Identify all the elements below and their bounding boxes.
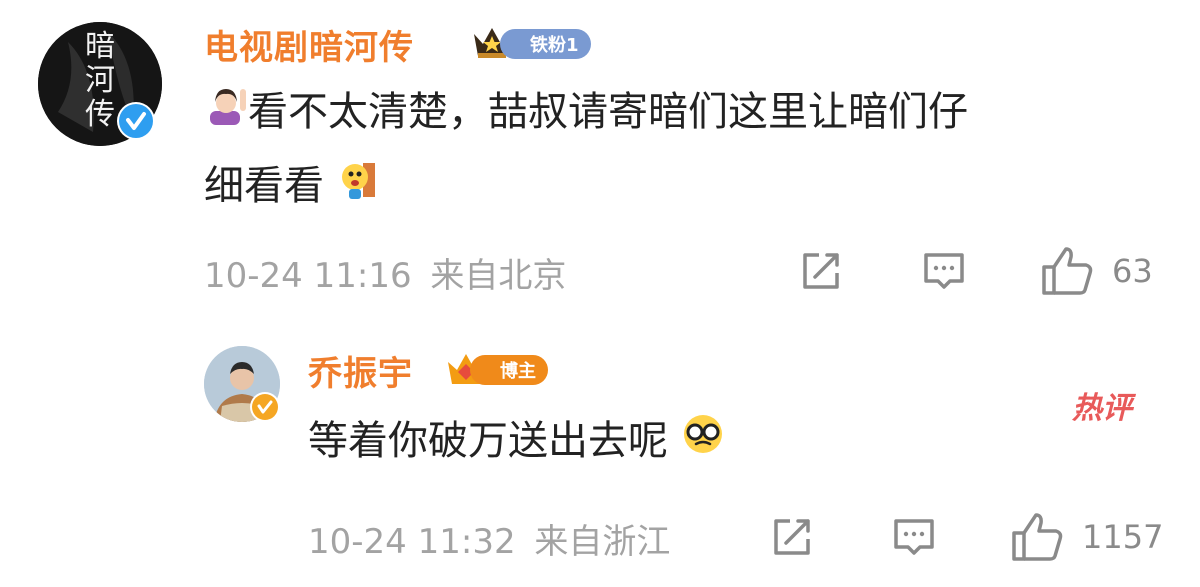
reply-comment-icon[interactable] bbox=[890, 513, 938, 561]
like-count: 63 bbox=[1112, 252, 1153, 290]
comment-text: 看不太清楚，喆叔请寄暗们这里让暗们仔 细看看 bbox=[204, 76, 1164, 224]
verified-icon bbox=[117, 102, 155, 140]
comment-text-line1: 看不太清楚，喆叔请寄暗们这里让暗们仔 bbox=[248, 89, 968, 135]
reply-like-icon[interactable] bbox=[1010, 511, 1064, 563]
comment-icon[interactable] bbox=[920, 247, 968, 295]
fan-badge[interactable]: 铁粉1 bbox=[500, 29, 591, 59]
comment-location: 来自北京 bbox=[430, 256, 567, 296]
comment-timestamp: 10-24 11:16 bbox=[204, 256, 412, 296]
reply-like-count: 1157 bbox=[1082, 518, 1164, 556]
glasses-face-icon bbox=[681, 407, 725, 479]
avatar-title: 暗河传 bbox=[85, 29, 115, 132]
verified-icon bbox=[250, 392, 280, 422]
reply-text: 等着你破万送出去呢 bbox=[308, 405, 725, 479]
peeking-face-icon bbox=[337, 152, 381, 224]
comment-meta: 10-24 11:16 来自北京 bbox=[204, 248, 566, 297]
comment-author[interactable]: 电视剧暗河传 bbox=[204, 20, 414, 69]
like-icon[interactable] bbox=[1040, 245, 1094, 297]
reply-text-content: 等着你破万送出去呢 bbox=[308, 418, 668, 464]
girl-raising-hand-icon bbox=[204, 78, 248, 150]
comment-text-line2: 细看看 bbox=[204, 163, 324, 209]
blogger-badge[interactable]: 博主 bbox=[470, 355, 548, 385]
reply-share-icon[interactable] bbox=[768, 513, 816, 561]
blogger-badge-label: 博主 bbox=[500, 361, 536, 382]
reply-timestamp: 10-24 11:32 bbox=[308, 522, 516, 562]
fan-badge-label: 铁粉1 bbox=[530, 35, 579, 56]
reply-location: 来自浙江 bbox=[534, 522, 671, 562]
hot-comment-badge: 热评 bbox=[1072, 383, 1132, 427]
share-icon[interactable] bbox=[797, 247, 845, 295]
hot-comment-label: 热评 bbox=[1072, 391, 1132, 426]
reply-meta: 10-24 11:32 来自浙江 bbox=[308, 514, 670, 563]
reply-author[interactable]: 乔振宇 bbox=[308, 346, 413, 395]
